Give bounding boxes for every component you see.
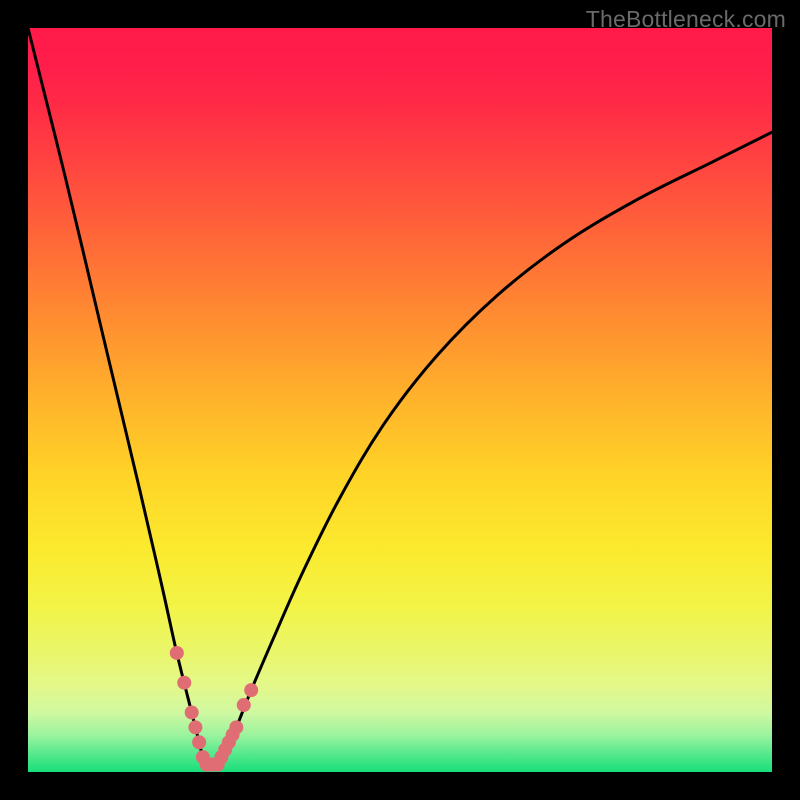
marker-dot [188,720,202,734]
marker-dot [237,698,251,712]
plot-area [28,28,772,772]
watermark-text: TheBottleneck.com [586,6,786,33]
marker-dot [244,683,258,697]
marker-dot [177,676,191,690]
bottleneck-chart [28,28,772,772]
marker-dot [229,720,243,734]
marker-dot [185,705,199,719]
chart-frame: TheBottleneck.com [0,0,800,800]
marker-dot [170,646,184,660]
marker-dot [192,735,206,749]
